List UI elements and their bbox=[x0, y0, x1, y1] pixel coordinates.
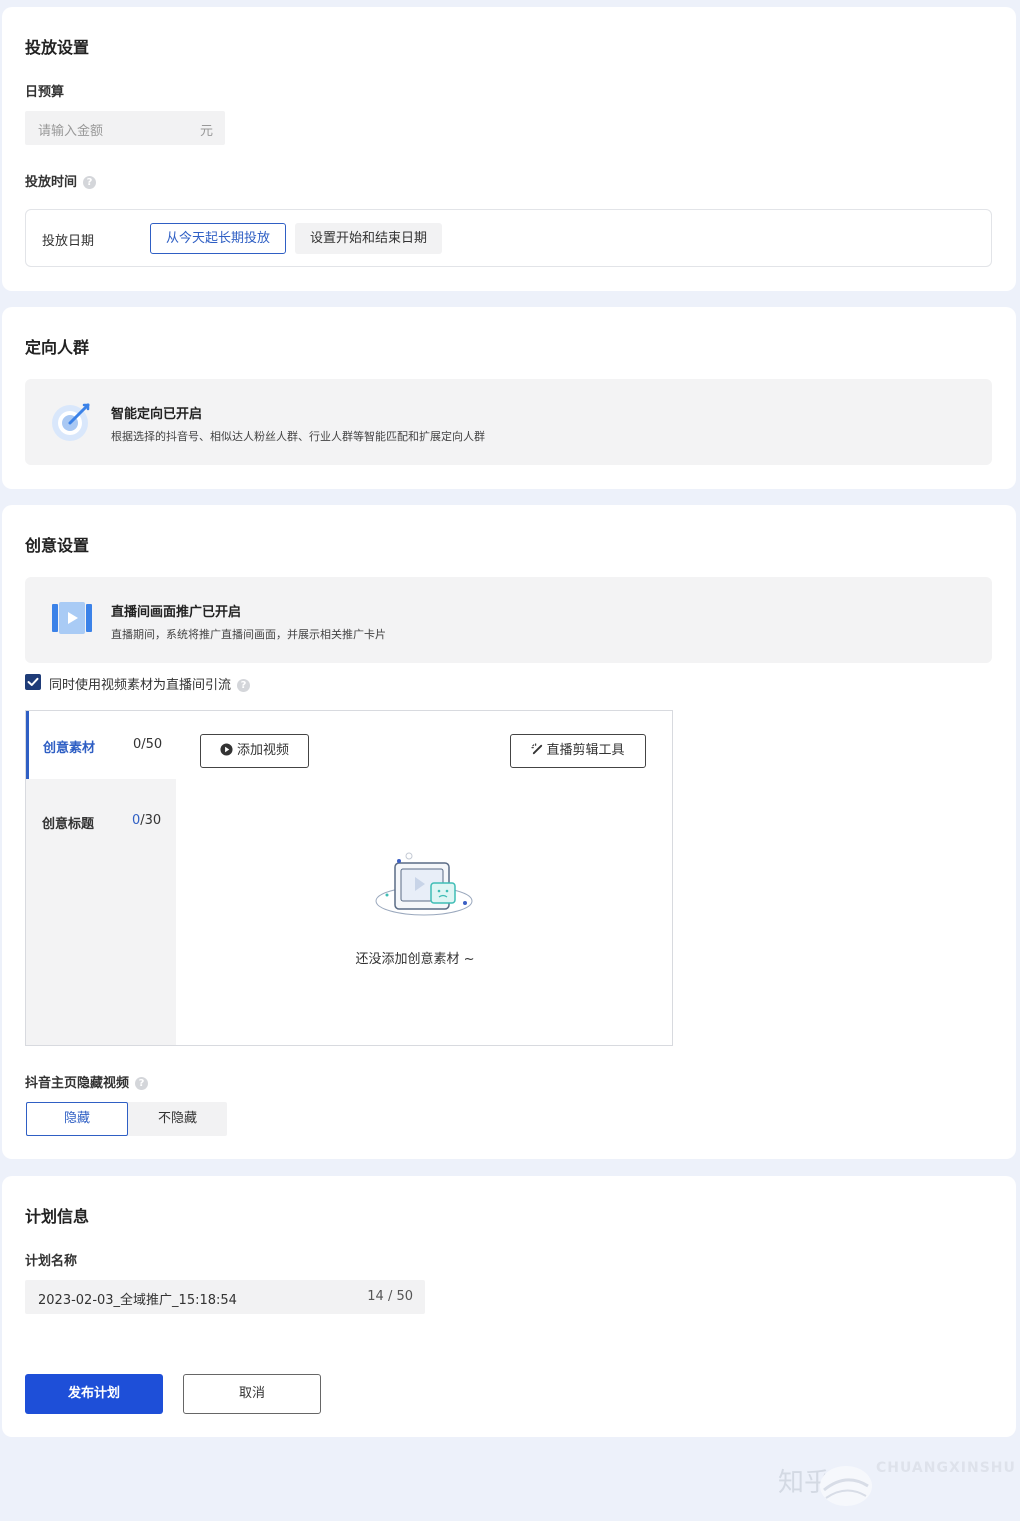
delivery-settings-card: 投放设置 日预算 请输入金额 元 投放时间? 投放日期 从今天起长期投放 设置开… bbox=[2, 7, 1016, 291]
live-promotion-desc: 直播期间，系统将推广直播间画面，并展示相关推广卡片 bbox=[111, 628, 386, 641]
help-icon[interactable]: ? bbox=[83, 176, 97, 189]
delivery-time-label-text: 投放时间 bbox=[25, 175, 78, 190]
hide-video-label-text: 抖音主页隐藏视频 bbox=[25, 1076, 130, 1091]
magic-wand-icon bbox=[531, 743, 543, 755]
delivery-settings-title: 投放设置 bbox=[25, 38, 90, 57]
smart-targeting-desc: 根据选择的抖音号、相似达人粉丝人群、行业人群等智能匹配和扩展定向人群 bbox=[111, 430, 485, 443]
plan-name-value: 2023-02-03_全域推广_15:18:54 bbox=[38, 1293, 237, 1308]
plan-name-count: 14 / 50 bbox=[367, 1289, 413, 1304]
watermark-brand: CHUANGXINSHU bbox=[876, 1460, 1016, 1476]
tab-creative-title-count: 0/30 bbox=[132, 813, 161, 828]
play-circle-icon bbox=[220, 743, 233, 756]
video-diversion-label-text: 同时使用视频素材为直播间引流 bbox=[49, 678, 232, 693]
add-video-button[interactable]: 添加视频 bbox=[200, 734, 309, 768]
help-icon[interactable]: ? bbox=[237, 679, 251, 692]
checkmark-icon bbox=[27, 677, 39, 686]
plan-name-label: 计划名称 bbox=[25, 1254, 78, 1269]
longterm-option-button[interactable]: 从今天起长期投放 bbox=[150, 223, 286, 254]
daily-budget-placeholder: 请输入金额 bbox=[38, 124, 104, 139]
empty-material-text: 还没添加创意素材 ~ bbox=[355, 952, 475, 967]
add-video-label: 添加视频 bbox=[236, 743, 289, 758]
delivery-date-box: 投放日期 从今天起长期投放 设置开始和结束日期 bbox=[25, 209, 992, 267]
delivery-date-label: 投放日期 bbox=[42, 234, 95, 249]
daily-budget-label: 日预算 bbox=[25, 85, 65, 100]
watermark: 知乎 CHUANGXINSHU bbox=[776, 1456, 1016, 1516]
delivery-time-label: 投放时间? bbox=[25, 171, 97, 190]
creative-material-panel: 创意素材 0/50 创意标题 0/30 添加视频 直播剪辑工具 还没添加创意素材… bbox=[25, 710, 673, 1046]
empty-material-illustration bbox=[375, 852, 473, 916]
help-icon[interactable]: ? bbox=[135, 1077, 149, 1090]
video-diversion-label: 同时使用视频素材为直播间引流? bbox=[49, 674, 251, 693]
live-promotion-title: 直播间画面推广已开启 bbox=[111, 605, 242, 620]
plan-name-input[interactable]: 2023-02-03_全域推广_15:18:54 14 / 50 bbox=[25, 1280, 425, 1314]
plan-info-card: 计划信息 计划名称 2023-02-03_全域推广_15:18:54 14 / … bbox=[2, 1176, 1016, 1437]
creative-title: 创意设置 bbox=[25, 536, 90, 555]
tab-creative-title-label: 创意标题 bbox=[42, 817, 95, 832]
show-option-button[interactable]: 不隐藏 bbox=[128, 1102, 227, 1136]
publish-plan-button[interactable]: 发布计划 bbox=[25, 1374, 163, 1414]
tab-creative-material-label: 创意素材 bbox=[43, 741, 96, 756]
cancel-button[interactable]: 取消 bbox=[183, 1374, 321, 1414]
live-edit-tool-label: 直播剪辑工具 bbox=[546, 743, 625, 758]
plan-info-title: 计划信息 bbox=[25, 1207, 90, 1226]
hide-video-label: 抖音主页隐藏视频? bbox=[25, 1072, 149, 1091]
tab-creative-material[interactable]: 创意素材 0/50 bbox=[26, 711, 176, 779]
live-video-icon bbox=[52, 602, 92, 634]
tab-creative-title-count-total: /30 bbox=[140, 813, 162, 828]
targeting-card: 定向人群 智能定向已开启 根据选择的抖音号、相似达人粉丝人群、行业人群等智能匹配… bbox=[2, 307, 1016, 489]
target-icon bbox=[52, 403, 90, 441]
targeting-title: 定向人群 bbox=[25, 338, 90, 357]
tab-creative-title[interactable]: 创意标题 0/30 bbox=[26, 787, 176, 855]
live-edit-tool-button[interactable]: 直播剪辑工具 bbox=[510, 734, 646, 768]
watermark-logo bbox=[820, 1466, 872, 1506]
video-diversion-checkbox[interactable] bbox=[25, 674, 41, 690]
creative-card: 创意设置 直播间画面推广已开启 直播期间，系统将推广直播间画面，并展示相关推广卡… bbox=[2, 505, 1016, 1159]
daily-budget-unit: 元 bbox=[199, 124, 213, 139]
live-promotion-banner: 直播间画面推广已开启 直播期间，系统将推广直播间画面，并展示相关推广卡片 bbox=[25, 577, 992, 663]
smart-targeting-title: 智能定向已开启 bbox=[111, 407, 203, 422]
hide-option-button[interactable]: 隐藏 bbox=[26, 1102, 128, 1136]
date-range-option-button[interactable]: 设置开始和结束日期 bbox=[295, 223, 442, 254]
creative-tabs-sidebar: 创意素材 0/50 创意标题 0/30 bbox=[26, 711, 176, 1045]
daily-budget-input[interactable]: 请输入金额 元 bbox=[25, 111, 225, 145]
smart-targeting-banner: 智能定向已开启 根据选择的抖音号、相似达人粉丝人群、行业人群等智能匹配和扩展定向… bbox=[25, 379, 992, 465]
tab-creative-material-count: 0/50 bbox=[133, 737, 163, 752]
